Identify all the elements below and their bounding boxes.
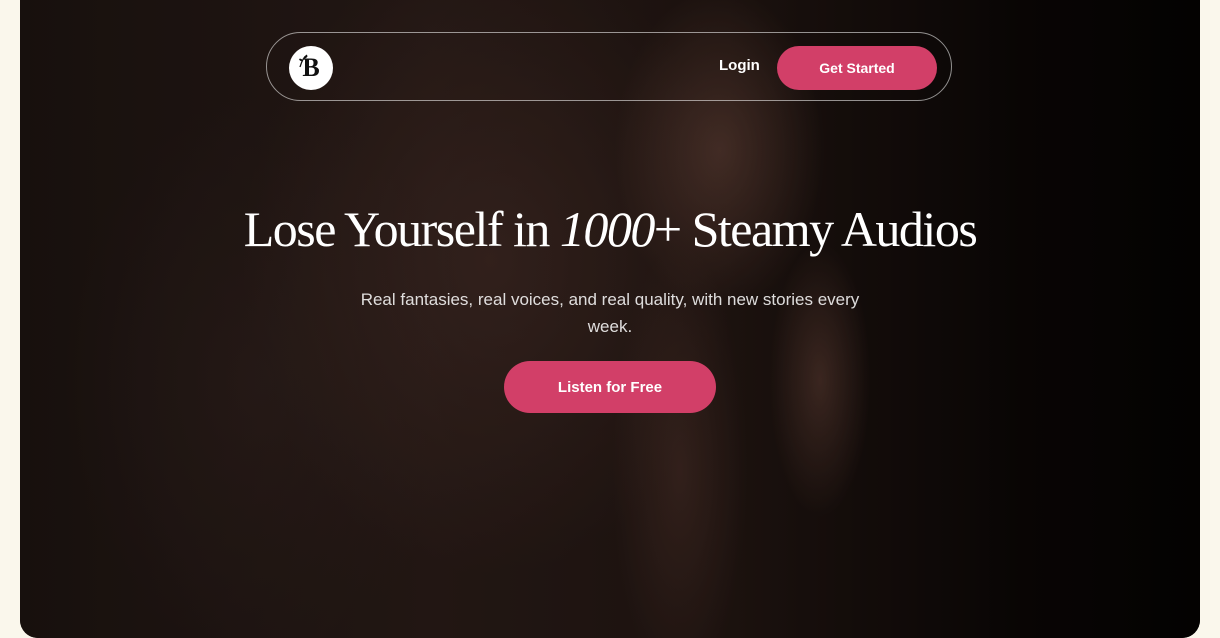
hero-section: B Login Get Started Lose Yourself in 100… (20, 0, 1200, 638)
headline-text-start: Lose Yourself in (243, 201, 560, 257)
hero-subtitle: Real fantasies, real voices, and real qu… (360, 290, 860, 336)
top-navigation: B Login Get Started (266, 32, 952, 101)
get-started-button[interactable]: Get Started (777, 46, 937, 90)
hero-headline: Lose Yourself in 1000+ Steamy Audios (20, 200, 1200, 258)
listen-for-free-button[interactable]: Listen for Free (504, 361, 716, 413)
sprig-icon (299, 54, 308, 68)
brand-logo[interactable]: B (289, 46, 333, 90)
headline-text-end: + Steamy Audios (653, 201, 978, 257)
headline-emphasis: 1000 (559, 201, 656, 257)
login-link[interactable]: Login (719, 57, 760, 74)
